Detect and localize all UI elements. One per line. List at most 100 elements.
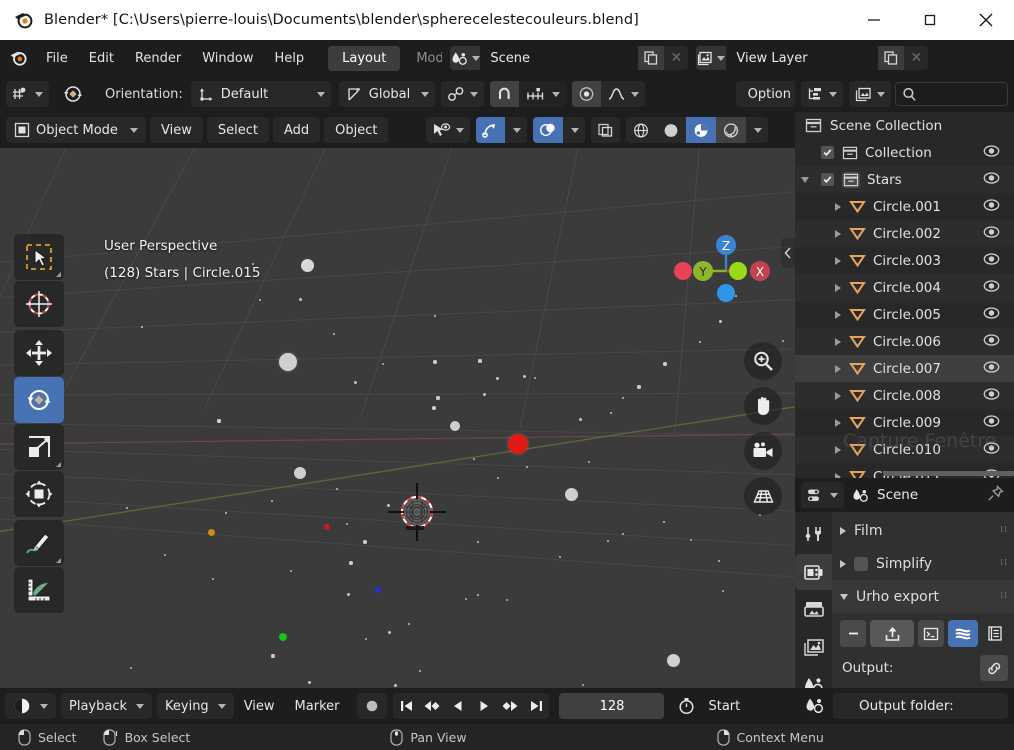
star-object[interactable]	[564, 487, 578, 501]
outliner-horizontal-scrollbar[interactable]	[883, 471, 1014, 476]
link-icon[interactable]	[980, 655, 1008, 681]
outliner-row[interactable]: Circle.005	[795, 301, 1014, 328]
play-reverse-icon[interactable]	[445, 693, 471, 719]
star-object[interactable]	[432, 406, 436, 410]
urho-minus-button[interactable]	[840, 620, 866, 647]
jump-start-icon[interactable]	[393, 693, 419, 719]
star-object[interactable]	[324, 524, 330, 530]
panel-urho-export[interactable]: Urho export ⁞⁞	[832, 580, 1014, 613]
timeline-menu-view[interactable]: View	[234, 693, 285, 719]
properties-tab-output[interactable]	[795, 592, 832, 628]
show-gizmo-icon[interactable]	[476, 117, 506, 143]
visibility-dropdown[interactable]	[426, 117, 471, 143]
timeline-menu-keying[interactable]: Keying	[157, 693, 234, 719]
star-object[interactable]	[436, 396, 440, 400]
star-object[interactable]	[578, 417, 582, 421]
tool-move[interactable]	[14, 330, 64, 376]
visibility-eye-icon[interactable]	[983, 225, 1000, 242]
visibility-eye-icon[interactable]	[983, 414, 1000, 431]
outliner-row[interactable]: Circle.004	[795, 274, 1014, 301]
view-layer-duplicate-icon[interactable]	[878, 46, 905, 70]
outliner-row[interactable]: Circle.009	[795, 409, 1014, 436]
outliner-row[interactable]: Circle.010	[795, 436, 1014, 463]
urho-log-button[interactable]	[982, 620, 1008, 647]
menu-window[interactable]: Window	[192, 47, 263, 70]
timeline-icon[interactable]	[5, 693, 56, 719]
star-object[interactable]	[522, 374, 526, 378]
material-preview-shading-icon[interactable]	[686, 117, 717, 143]
prev-keyframe-icon[interactable]	[419, 693, 445, 719]
visibility-eye-icon[interactable]	[983, 279, 1000, 296]
menu-edit[interactable]: Edit	[79, 47, 124, 70]
properties-icon[interactable]	[801, 482, 844, 508]
outliner-row-expand-icon[interactable]	[835, 418, 841, 427]
close-button[interactable]	[958, 0, 1014, 40]
panel-film[interactable]: Film ⁞⁞	[832, 514, 1014, 547]
tool-scale[interactable]	[14, 424, 64, 470]
tab-modeling[interactable]: Mod	[402, 46, 442, 71]
star-object[interactable]	[508, 434, 528, 454]
shading-options-chevron[interactable]	[746, 117, 769, 143]
tab-layout[interactable]: Layout	[328, 45, 401, 71]
outliner-row[interactable]: Stars	[795, 166, 1014, 193]
snap-group[interactable]	[489, 81, 566, 107]
tool-annotate[interactable]	[14, 520, 64, 566]
proportional-edit-group[interactable]	[571, 81, 645, 107]
timeline-menu-marker[interactable]: Marker	[285, 693, 350, 719]
toggle-xray-icon[interactable]	[591, 117, 621, 143]
timeline-editor-type[interactable]	[5, 693, 56, 719]
star-object[interactable]	[478, 359, 482, 363]
properties-tab-render[interactable]	[795, 554, 832, 590]
outliner-row-scene-collection[interactable]: Scene Collection	[795, 112, 1014, 139]
rotate-gizmo-icon[interactable]	[55, 81, 91, 107]
expand-triangle-icon[interactable]	[801, 177, 809, 183]
simplify-drag-dots-icon[interactable]: ⁞⁞	[1000, 559, 1008, 568]
scene-duplicate-icon[interactable]	[638, 46, 665, 70]
overlay-group[interactable]	[533, 117, 586, 143]
object-visibility-icon[interactable]	[426, 117, 471, 143]
outliner-row[interactable]: Circle.006	[795, 328, 1014, 355]
snap-target-dropdown[interactable]	[440, 81, 484, 107]
zoom-icon[interactable]	[744, 342, 782, 380]
menu-file[interactable]: File	[36, 47, 78, 70]
proportional-edit-icon[interactable]	[571, 81, 601, 107]
star-object[interactable]	[495, 376, 499, 380]
camera-icon[interactable]	[744, 432, 782, 470]
proportional-falloff-icon[interactable]	[600, 81, 645, 107]
outliner-row-checkbox[interactable]	[821, 173, 834, 186]
next-keyframe-icon[interactable]	[497, 693, 523, 719]
star-object[interactable]	[346, 592, 350, 596]
wireframe-shading-icon[interactable]	[626, 117, 657, 143]
viewport-menu-object[interactable]: Object	[324, 117, 389, 143]
properties-tab-tool[interactable]	[795, 516, 832, 552]
tool-measure[interactable]	[14, 567, 64, 613]
visibility-eye-icon[interactable]	[983, 441, 1000, 458]
star-object[interactable]	[663, 362, 667, 366]
star-object[interactable]	[387, 630, 391, 634]
outliner-row-checkbox[interactable]	[821, 146, 834, 159]
visibility-eye-icon[interactable]	[983, 171, 1000, 188]
view-layer-name[interactable]: View Layer	[726, 46, 879, 70]
star-object[interactable]	[279, 353, 297, 371]
overlay-options-chevron[interactable]	[563, 117, 586, 143]
film-drag-dots-icon[interactable]: ⁞⁞	[1000, 526, 1008, 535]
star-object[interactable]	[393, 683, 397, 687]
transform-orientation-dropdown[interactable]: Default	[190, 81, 331, 107]
viewport-3d-canvas[interactable]: User Perspective (128) Stars | Circle.01…	[0, 148, 795, 688]
outliner-editor-type[interactable]	[801, 81, 843, 107]
star-object[interactable]	[279, 633, 287, 641]
options-button[interactable]: Option	[735, 81, 803, 107]
outliner-row-expand-icon[interactable]	[835, 310, 841, 319]
tool-cursor[interactable]	[14, 281, 64, 327]
rendered-shading-icon[interactable]	[716, 117, 747, 143]
timeline-playback-menu[interactable]: Playback	[61, 693, 153, 719]
menu-render[interactable]: Render	[125, 47, 191, 70]
current-frame-field[interactable]: 128	[559, 693, 665, 719]
star-object[interactable]	[482, 392, 486, 396]
star-object[interactable]	[307, 680, 311, 684]
visibility-eye-icon[interactable]	[983, 198, 1000, 215]
outliner-row[interactable]: Circle.008	[795, 382, 1014, 409]
scene-properties-icon[interactable]	[805, 697, 825, 715]
simplify-checkbox[interactable]	[854, 556, 868, 571]
viewport-menu-view[interactable]: View	[150, 117, 203, 143]
